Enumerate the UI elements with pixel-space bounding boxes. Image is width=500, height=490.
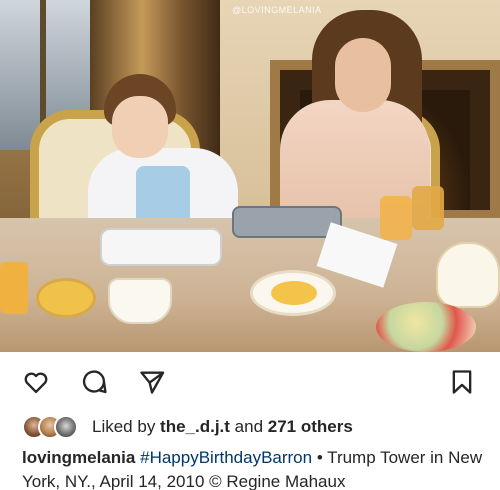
likes-row[interactable]: Liked by the_.d.j.t and 271 others [0, 414, 500, 440]
likes-text: Liked by the_.d.j.t and 271 others [92, 417, 353, 437]
caption-hashtag-link[interactable]: #HappyBirthdayBarron [140, 448, 312, 467]
dessert-dish [36, 278, 96, 318]
photo-watermark: @LOVINGMELANIA [232, 5, 322, 15]
liker-username-link[interactable]: the_.d.j.t [160, 417, 230, 436]
bookmark-icon[interactable] [448, 368, 476, 396]
caption-username-link[interactable]: lovingmelania [22, 448, 135, 467]
boy-face [112, 96, 168, 158]
fruit-plate [250, 270, 336, 316]
toy-car-white [100, 228, 222, 266]
avatar[interactable] [54, 415, 78, 439]
juice-glass [380, 196, 412, 240]
likes-prefix: Liked by [92, 417, 161, 436]
juice-glass [0, 262, 28, 314]
post-caption: lovingmelania #HappyBirthdayBarron • Tru… [22, 446, 492, 490]
heart-icon[interactable] [22, 368, 50, 396]
post-actions-bar [0, 362, 500, 402]
liker-avatars[interactable] [22, 414, 88, 440]
juice-glass [412, 186, 444, 230]
teacup [108, 278, 172, 324]
teapot [436, 242, 500, 308]
fruit-bowl [376, 302, 476, 352]
woman-face [335, 38, 391, 112]
likes-middle: and [229, 417, 268, 436]
likes-others-link[interactable]: 271 others [268, 417, 353, 436]
share-icon[interactable] [138, 368, 166, 396]
toy-car-silver [232, 206, 342, 238]
comment-icon[interactable] [80, 368, 108, 396]
post-photo[interactable]: @LOVINGMELANIA [0, 0, 500, 352]
